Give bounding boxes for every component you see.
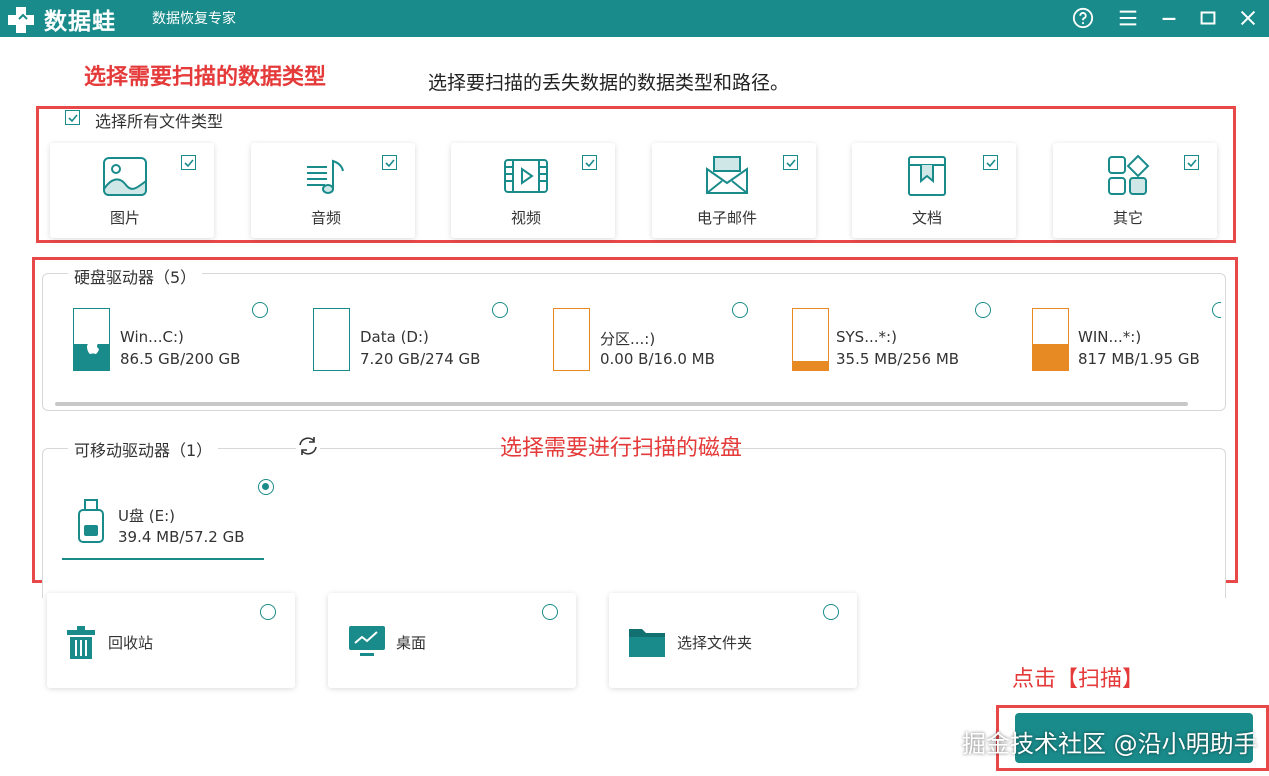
select-folder-radio[interactable]	[823, 604, 839, 620]
email-checkbox[interactable]	[783, 155, 798, 170]
partition-radio[interactable]	[732, 302, 748, 318]
file-type-card-image[interactable]: 图片	[50, 143, 214, 238]
annotation-select-disk: 选择需要进行扫描的磁盘	[500, 436, 743, 461]
drive-d-size: 7.20 GB/274 GB	[360, 350, 481, 368]
desktop-icon	[349, 626, 385, 656]
partition-size: 0.00 B/16.0 MB	[600, 350, 715, 368]
sys-usage-bar	[792, 308, 829, 371]
file-type-card-email[interactable]: 电子邮件	[652, 143, 816, 238]
other-icon	[1108, 155, 1150, 195]
file-type-label: 电子邮件	[696, 209, 757, 227]
menu-icon[interactable]	[1114, 4, 1142, 32]
video-icon	[504, 159, 548, 193]
windows-icon	[87, 340, 99, 354]
instruction-text: 选择要扫描的丢失数据的数据类型和路径。	[428, 72, 790, 94]
desktop-label: 桌面	[396, 634, 427, 652]
drive-c-usage-bar	[73, 308, 110, 371]
drives-scrollbar[interactable]	[55, 402, 1188, 406]
win-usage-bar	[1032, 308, 1069, 371]
audio-icon	[307, 159, 344, 194]
usb-drive-radio[interactable]	[258, 479, 274, 495]
usb-drive-icon	[78, 499, 104, 543]
hard-drives-title: 硬盘驱动器（5）	[68, 264, 203, 288]
close-icon[interactable]	[1234, 4, 1262, 32]
file-type-card-document[interactable]: 文档	[852, 143, 1016, 238]
usb-drive-size: 39.4 MB/57.2 GB	[118, 528, 245, 546]
audio-checkbox[interactable]	[382, 155, 397, 170]
annotation-select-types: 选择需要扫描的数据类型	[84, 65, 327, 90]
file-type-label: 音频	[310, 209, 341, 227]
win-name: WIN...*:)	[1078, 328, 1142, 346]
file-type-label: 视频	[510, 209, 541, 227]
file-type-card-video[interactable]: 视频	[451, 143, 615, 238]
select-all-label[interactable]: 选择所有文件类型	[95, 108, 223, 132]
drive-c-radio[interactable]	[252, 302, 268, 318]
recycle-bin-label: 回收站	[108, 634, 154, 652]
image-icon	[103, 157, 147, 196]
recycle-bin-radio[interactable]	[260, 604, 276, 620]
drive-d-usage-bar	[313, 308, 350, 371]
drive-d-name: Data (D:)	[360, 328, 429, 346]
app-logo-text: 数据蛙	[44, 9, 116, 35]
recycle-bin-icon	[67, 626, 95, 659]
partition-name: 分区...:)	[600, 330, 656, 348]
file-type-label: 文档	[911, 209, 942, 227]
removable-drives-title: 可移动驱动器（1）	[68, 437, 219, 461]
help-icon[interactable]	[1069, 4, 1097, 32]
file-type-label: 图片	[109, 209, 140, 227]
document-checkbox[interactable]	[983, 155, 998, 170]
drive-d-radio[interactable]	[492, 302, 508, 318]
app-subtitle: 数据恢复专家	[152, 11, 236, 27]
drive-c-name: Win...C:)	[120, 328, 184, 346]
desktop-radio[interactable]	[542, 604, 558, 620]
drive-c-size: 86.5 GB/200 GB	[120, 350, 241, 368]
email-icon	[706, 156, 748, 194]
usb-drive-name: U盘 (E:)	[118, 507, 175, 525]
file-type-label: 其它	[1112, 209, 1143, 227]
logo-cross-icon	[8, 7, 34, 33]
win-radio[interactable]	[1212, 302, 1221, 318]
select-all-checkbox[interactable]	[65, 110, 80, 125]
document-icon	[908, 156, 946, 196]
select-folder-label: 选择文件夹	[677, 634, 753, 652]
video-checkbox[interactable]	[582, 155, 597, 170]
file-type-card-other[interactable]: 其它	[1053, 143, 1217, 238]
win-size: 817 MB/1.95 GB	[1078, 350, 1200, 368]
folder-icon	[629, 629, 665, 657]
minimize-icon[interactable]	[1155, 4, 1183, 32]
other-checkbox[interactable]	[1184, 155, 1199, 170]
image-checkbox[interactable]	[181, 155, 196, 170]
sys-radio[interactable]	[975, 302, 991, 318]
refresh-icon[interactable]	[296, 435, 320, 457]
file-type-card-audio[interactable]: 音频	[251, 143, 415, 238]
watermark: 掘金技术社区 @沿小明助手	[962, 730, 1258, 758]
maximize-icon[interactable]	[1194, 4, 1222, 32]
partition-usage-bar	[553, 308, 590, 371]
sys-name: SYS...*:)	[836, 328, 897, 346]
annotation-click-scan: 点击【扫描】	[1012, 667, 1145, 692]
sys-size: 35.5 MB/256 MB	[836, 350, 960, 368]
